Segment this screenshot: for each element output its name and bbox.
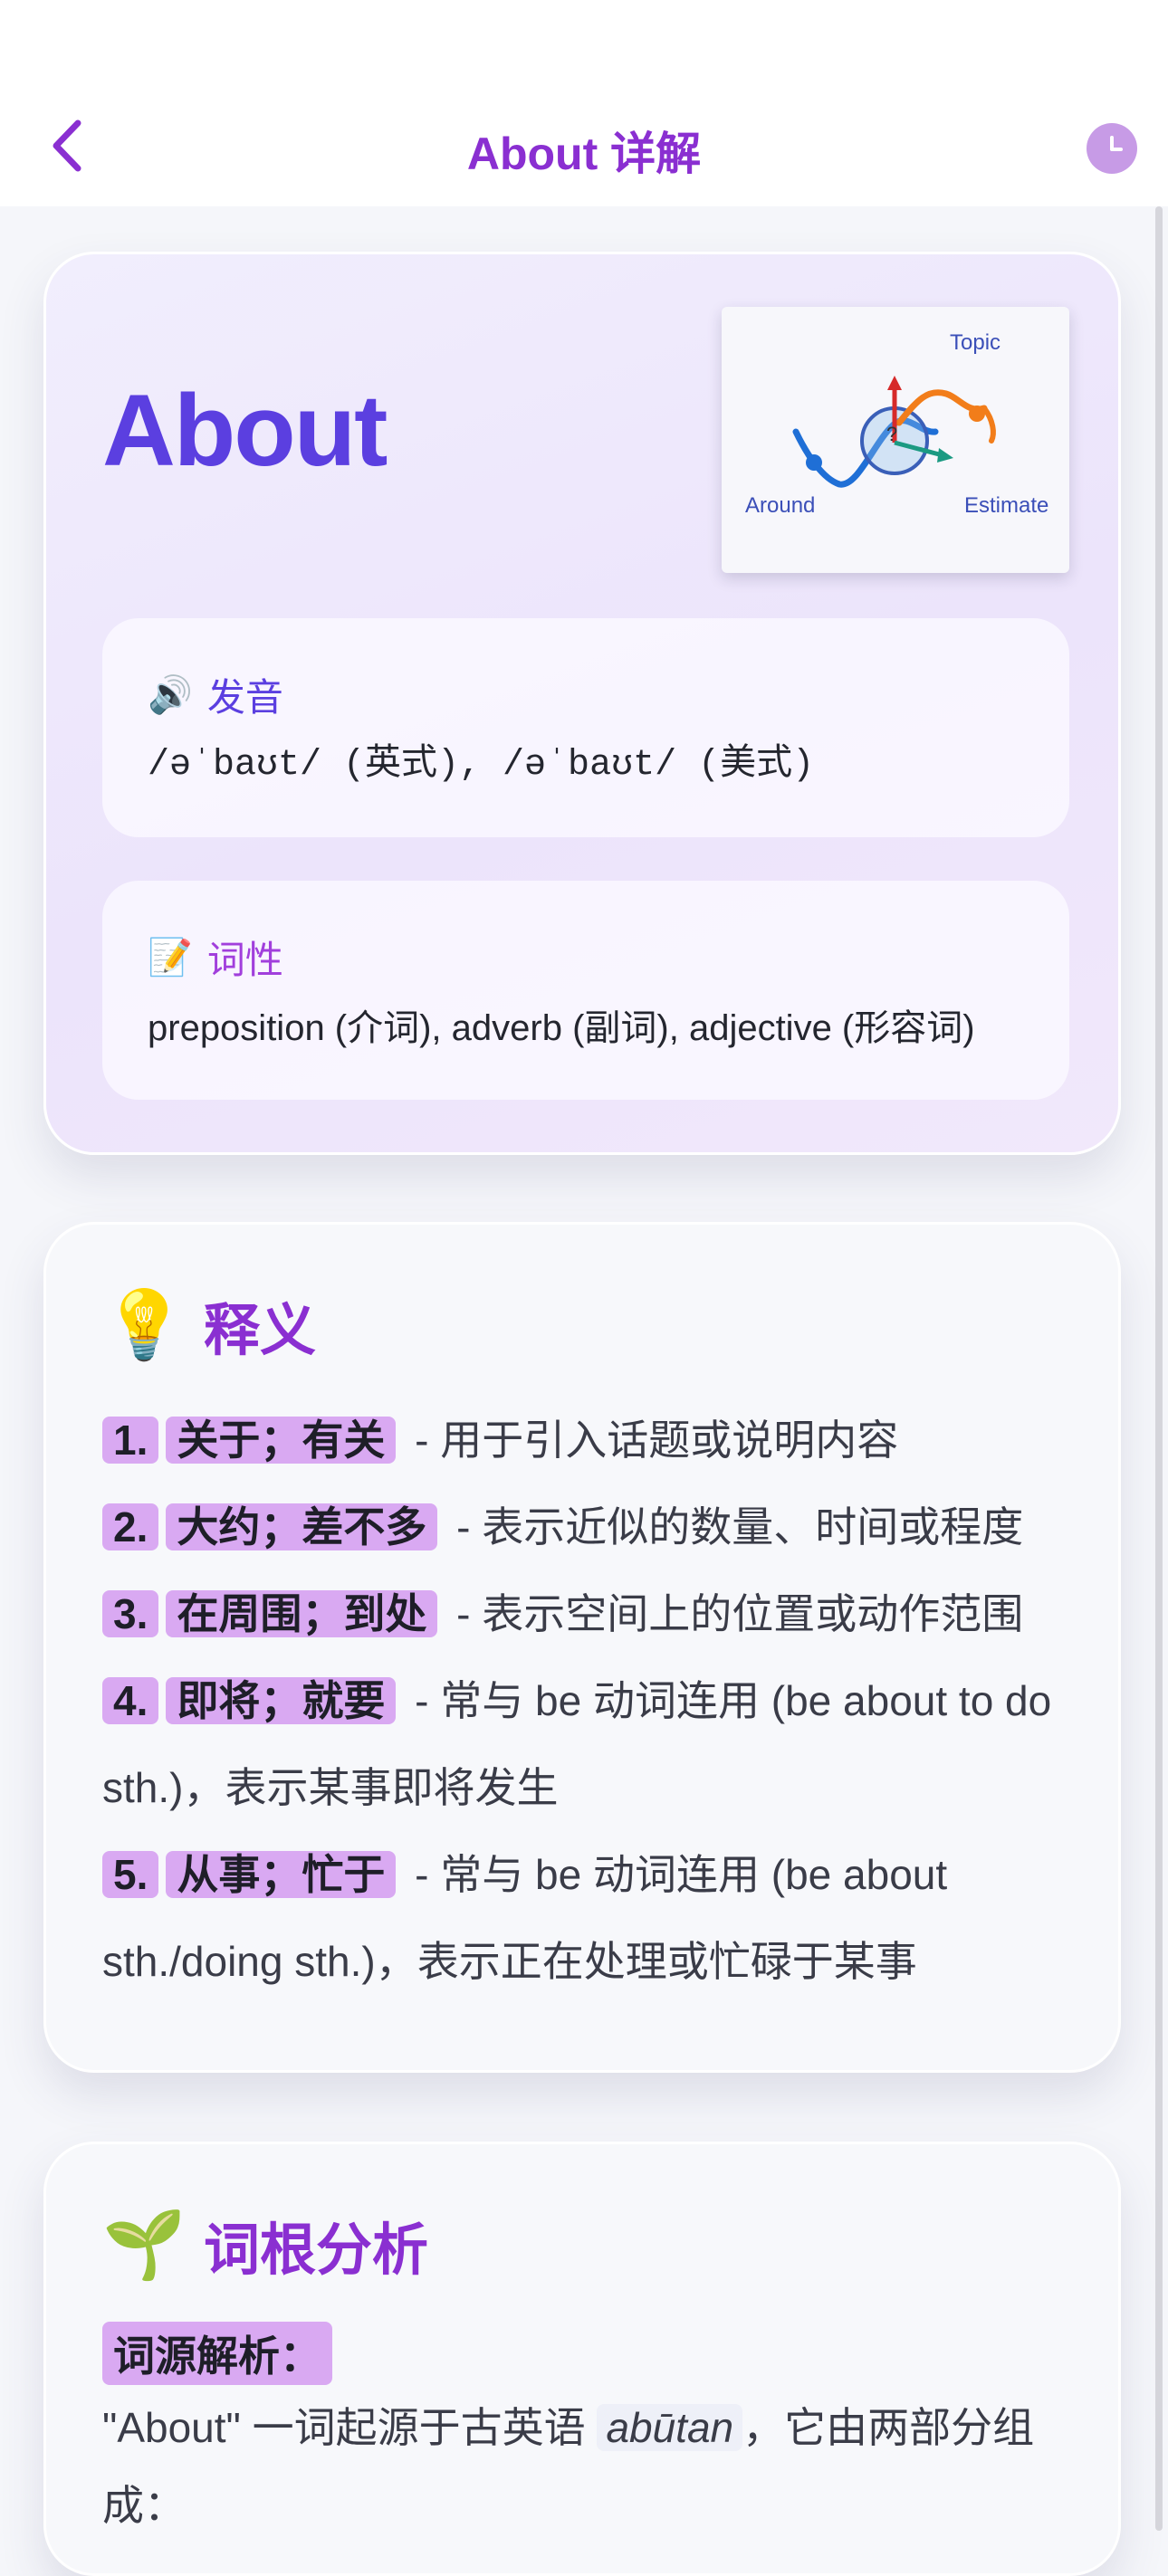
speaker-icon: 🔊 (148, 675, 193, 715)
definition-item: 1. 关于；有关 - 用于引入话题或说明内容 (102, 1397, 1071, 1484)
pronunciation-text: /əˈbaʊt/ (英式), /əˈbaʊt/ (美式) (148, 745, 815, 786)
definition-desc: - 表示空间上的位置或动作范围 (445, 1590, 1024, 1637)
definition-desc: - 用于引入话题或说明内容 (403, 1417, 899, 1464)
part-of-speech-text: preposition (介词), adverb (副词), adjective… (148, 1008, 975, 1048)
part-of-speech-box: 📝 词性 preposition (介词), adverb (副词), adje… (102, 881, 1069, 1100)
pronunciation-box: 🔊 发音 /əˈbaʊt/ (英式), /əˈbaʊt/ (美式) (102, 618, 1069, 837)
definition-item: 4. 即将；就要 - 常与 be 动词连用 (be about to do sth… (102, 1657, 1071, 1831)
definition-number: 3. (102, 1590, 159, 1637)
top-nav-bar: About 详解 (0, 0, 1168, 206)
definition-term: 在周围；到处 (166, 1590, 438, 1637)
seedling-icon: 🌱 (102, 2206, 187, 2282)
illustration-label-around: Around (745, 493, 816, 518)
word-illustration: ? Topic Around Estimate (722, 307, 1069, 573)
etymology-subtitle: 词源解析： (102, 2322, 332, 2385)
part-of-speech-label: 词性 (206, 939, 283, 981)
definition-item: 2. 大约；差不多 - 表示近似的数量、时间或程度 (102, 1484, 1071, 1570)
word-card: About ? Topic Around Estimate 🔊 发音 /əˈba… (43, 252, 1121, 1155)
root-analysis-title: 词根分析 (204, 2219, 429, 2282)
history-button[interactable] (1087, 123, 1137, 174)
definition-number: 1. (102, 1417, 159, 1464)
headword: About (102, 374, 388, 487)
illustration-label-topic: Topic (950, 330, 1001, 355)
definition-number: 4. (102, 1677, 159, 1724)
svg-text:?: ? (886, 423, 897, 445)
pronunciation-label: 发音 (206, 676, 283, 719)
page-title: About 详解 (466, 129, 702, 179)
memo-icon: 📝 (148, 938, 193, 978)
root-analysis-card: 🌱 词根分析 词源解析： "About" 一词起源于古英语 abūtan ，它由两… (43, 2142, 1121, 2576)
definition-term: 从事；忙于 (166, 1851, 397, 1898)
definition-number: 2. (102, 1503, 159, 1550)
definitions-card: 💡 释义 1. 关于；有关 - 用于引入话题或说明内容 2. 大约；差不多 - 表示… (43, 1222, 1121, 2073)
etymology-text-start: "About" 一词起源于古英语 (102, 2404, 598, 2451)
etymology-text: "About" 一词起源于古英语 abūtan ，它由两部分组成： (102, 2389, 1071, 2544)
definitions-list: 1. 关于；有关 - 用于引入话题或说明内容 2. 大约；差不多 - 表示近似的数量… (102, 1397, 1071, 2005)
definition-item: 5. 从事；忙于 - 常与 be 动词连用 (be about sth./doin… (102, 1831, 1071, 2005)
scrollbar[interactable] (1155, 206, 1163, 2531)
lightbulb-icon: 💡 (102, 1286, 187, 1362)
illustration-graphic: ? (792, 376, 996, 488)
old-english-term: abūtan (597, 2404, 743, 2451)
illustration-label-estimate: Estimate (964, 493, 1049, 518)
definitions-title: 释义 (204, 1300, 317, 1362)
definition-item: 3. 在周围；到处 - 表示空间上的位置或动作范围 (102, 1570, 1071, 1657)
definition-term: 关于；有关 (166, 1417, 397, 1464)
definition-number: 5. (102, 1851, 159, 1898)
definition-term: 大约；差不多 (166, 1503, 438, 1550)
definition-term: 即将；就要 (166, 1677, 397, 1724)
definition-desc: - 表示近似的数量、时间或程度 (445, 1503, 1024, 1550)
